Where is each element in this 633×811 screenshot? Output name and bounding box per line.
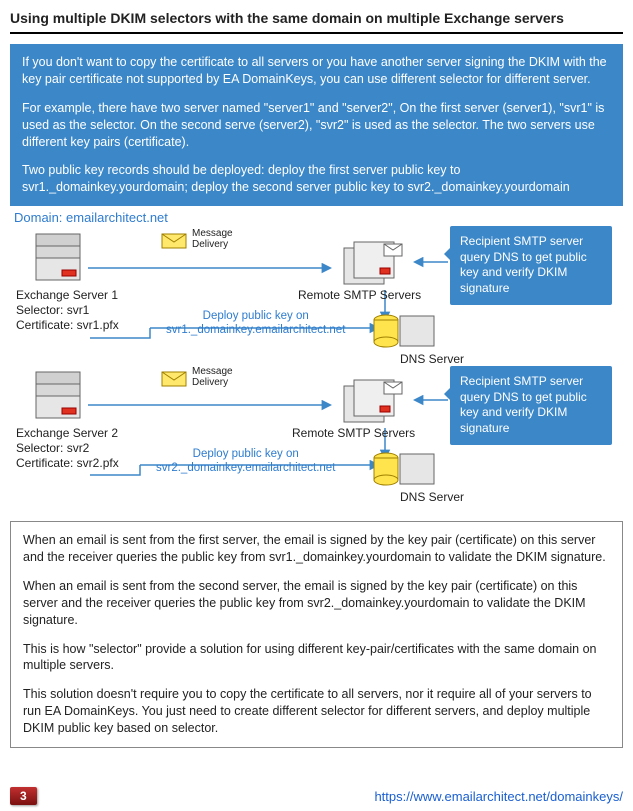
remote-smtp-icon <box>340 378 410 428</box>
callout-text: Recipient SMTP server query DNS to get p… <box>460 374 587 435</box>
server-selector: Selector: svr1 <box>16 303 119 318</box>
deploy-note-2: Deploy public key on svr2._domainkey.ema… <box>156 448 335 476</box>
envelope-icon <box>160 366 190 388</box>
explain-paragraph: When an email is sent from the second se… <box>23 578 610 629</box>
intro-paragraph: If you don't want to copy the certificat… <box>22 54 611 88</box>
deploy-note-1: Deploy public key on svr1._domainkey.ema… <box>166 310 345 338</box>
server-name: Exchange Server 2 <box>16 426 119 441</box>
page-number: 3 <box>10 787 37 805</box>
callout-dns-query: Recipient SMTP server query DNS to get p… <box>450 366 612 444</box>
exchange-server-icon <box>30 230 90 288</box>
intro-paragraph: For example, there have two server named… <box>22 100 611 151</box>
server-cert: Certificate: svr1.pfx <box>16 318 119 333</box>
remote-smtp-label: Remote SMTP Servers <box>298 288 421 302</box>
callout-text: Recipient SMTP server query DNS to get p… <box>460 234 587 295</box>
explain-paragraph: When an email is sent from the first ser… <box>23 532 610 566</box>
explanation-box: When an email is sent from the first ser… <box>10 521 623 748</box>
document-page: Using multiple DKIM selectors with the s… <box>0 0 633 811</box>
dns-label: DNS Server <box>400 490 464 504</box>
page-title: Using multiple DKIM selectors with the s… <box>10 8 623 34</box>
server2-labels: Exchange Server 2 Selector: svr2 Certifi… <box>16 426 119 471</box>
message-delivery-label: Message Delivery <box>192 366 233 388</box>
explain-paragraph: This solution doesn't require you to cop… <box>23 686 610 737</box>
dns-server-icon <box>370 310 440 356</box>
remote-smtp-icon <box>340 240 410 290</box>
envelope-icon <box>160 228 190 250</box>
dns-server-icon <box>370 448 440 494</box>
architecture-diagram: Domain: emailarchitect.net <box>10 210 622 515</box>
footer-url: https://www.emailarchitect.net/domainkey… <box>374 789 623 804</box>
server-selector: Selector: svr2 <box>16 441 119 456</box>
message-delivery-label: Message Delivery <box>192 228 233 250</box>
server-cert: Certificate: svr2.pfx <box>16 456 119 471</box>
dns-label: DNS Server <box>400 352 464 366</box>
explain-paragraph: This is how "selector" provide a solutio… <box>23 641 610 675</box>
exchange-server-icon <box>30 368 90 426</box>
intro-box: If you don't want to copy the certificat… <box>10 44 623 206</box>
page-footer: 3 https://www.emailarchitect.net/domaink… <box>10 787 623 805</box>
server-name: Exchange Server 1 <box>16 288 119 303</box>
server1-labels: Exchange Server 1 Selector: svr1 Certifi… <box>16 288 119 333</box>
intro-paragraph: Two public key records should be deploye… <box>22 162 611 196</box>
callout-dns-query: Recipient SMTP server query DNS to get p… <box>450 226 612 304</box>
remote-smtp-label: Remote SMTP Servers <box>292 426 415 440</box>
